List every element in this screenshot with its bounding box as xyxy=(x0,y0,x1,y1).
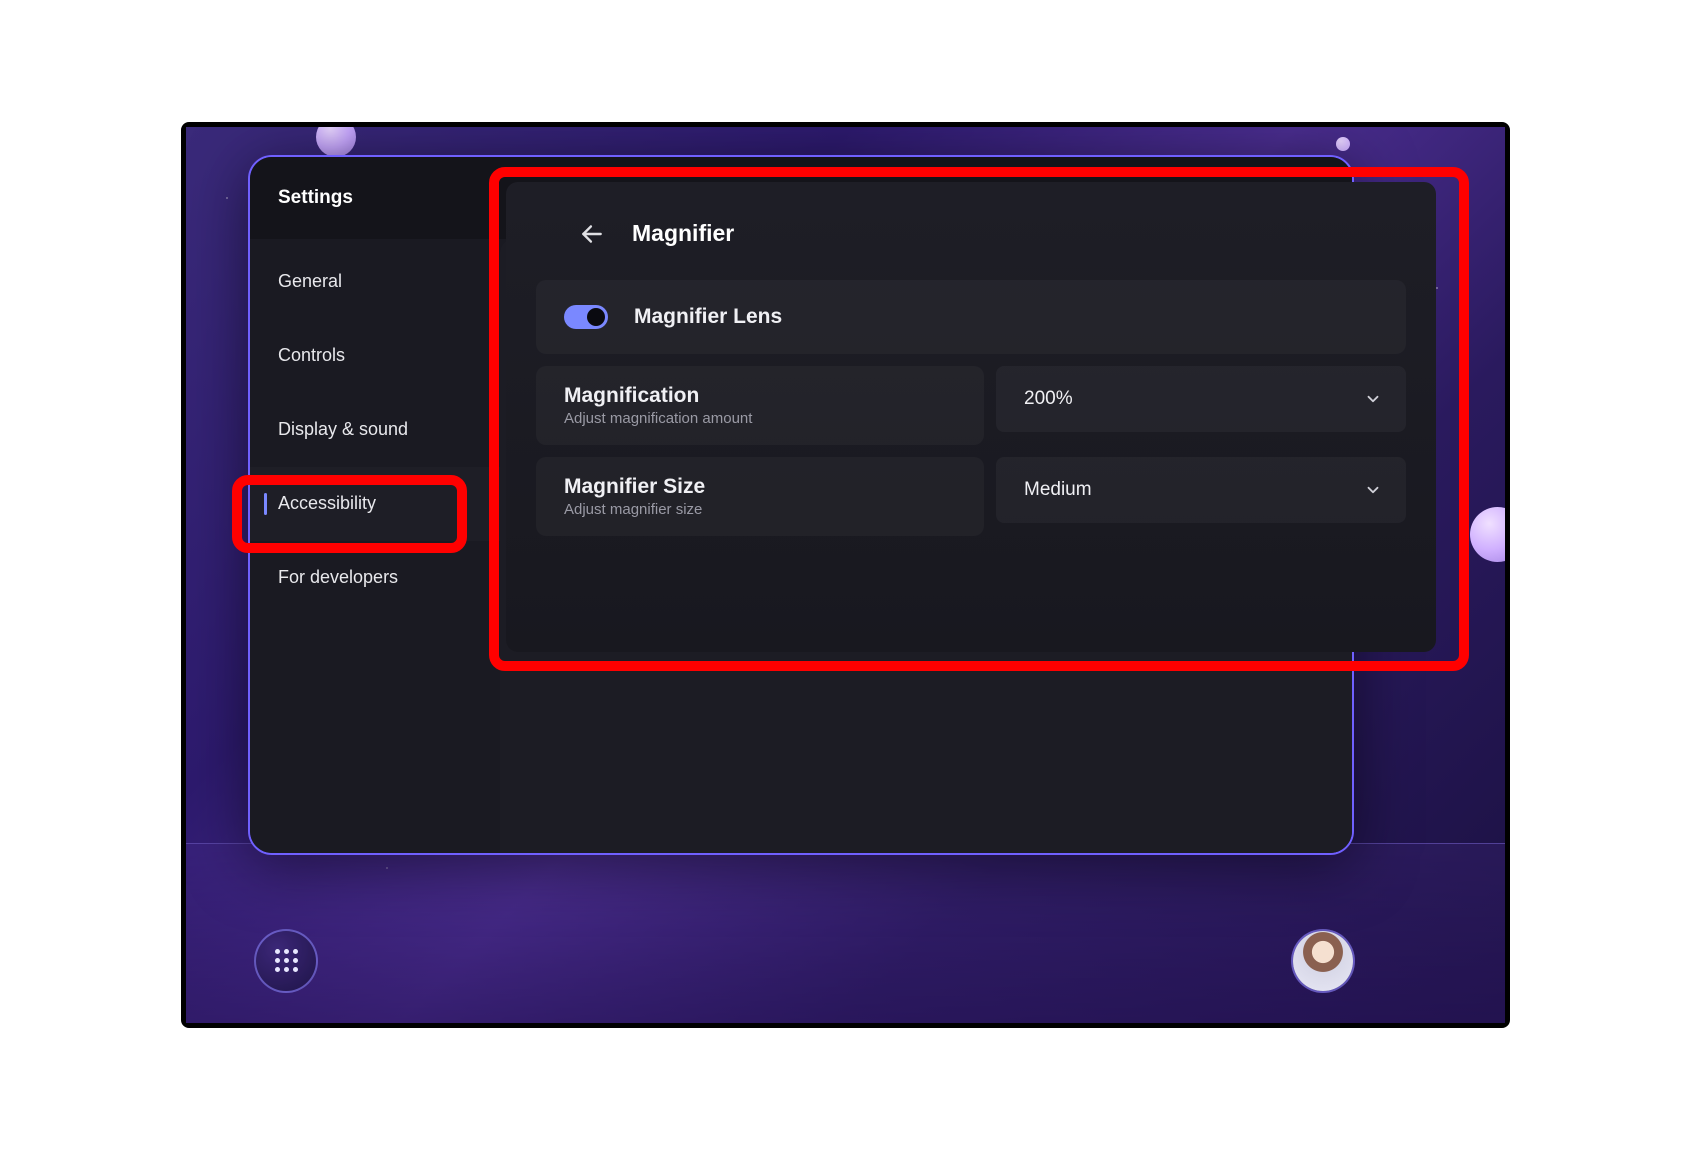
sidebar-item-label: Controls xyxy=(278,345,345,366)
sidebar-item-accessibility[interactable]: Accessibility xyxy=(250,467,500,541)
sidebar-item-general[interactable]: General xyxy=(250,245,500,319)
sidebar-item-controls[interactable]: Controls xyxy=(250,319,500,393)
apps-grid-button[interactable] xyxy=(254,929,318,993)
sidebar-item-label: Display & sound xyxy=(278,419,408,440)
window-title: Settings xyxy=(278,187,353,209)
arrow-left-icon xyxy=(579,221,605,247)
avatar-icon xyxy=(1293,931,1353,991)
sidebar-item-for-developers[interactable]: For developers xyxy=(250,541,500,615)
sidebar-item-label: For developers xyxy=(278,567,398,588)
setting-row-magnifier-lens[interactable]: Magnifier Lens xyxy=(536,280,1406,354)
setting-label: Magnifier Lens xyxy=(634,305,782,329)
setting-label: Magnifier Size xyxy=(564,475,705,499)
profile-avatar-button[interactable] xyxy=(1291,929,1355,993)
magnifier-panel: Magnifier Magnifier Lens Magnification A… xyxy=(506,182,1436,652)
setting-sublabel: Adjust magnification amount xyxy=(564,410,752,427)
setting-sublabel: Adjust magnifier size xyxy=(564,501,705,518)
dropdown-value: 200% xyxy=(1024,388,1073,410)
planet-decoration-small xyxy=(1336,137,1350,151)
setting-row-magnifier-size: Magnifier Size Adjust magnifier size Med… xyxy=(536,457,1406,536)
sidebar-item-label: General xyxy=(278,271,342,292)
desktop-background: Settings General Controls Display & soun… xyxy=(186,127,1505,1023)
magnification-dropdown[interactable]: 200% xyxy=(996,366,1406,432)
setting-label: Magnification xyxy=(564,384,752,408)
chevron-down-icon xyxy=(1364,390,1382,408)
sidebar-item-label: Accessibility xyxy=(278,493,376,514)
grid-icon xyxy=(275,949,298,972)
chevron-down-icon xyxy=(1364,481,1382,499)
planet-decoration-right xyxy=(1470,507,1505,562)
back-button[interactable] xyxy=(576,218,608,250)
settings-sidebar: General Controls Display & sound Accessi… xyxy=(250,239,500,853)
setting-row-magnification: Magnification Adjust magnification amoun… xyxy=(536,366,1406,445)
panel-title: Magnifier xyxy=(632,220,734,247)
dropdown-value: Medium xyxy=(1024,479,1092,501)
planet-decoration xyxy=(316,127,356,157)
sidebar-item-display-sound[interactable]: Display & sound xyxy=(250,393,500,467)
magnifier-lens-toggle[interactable] xyxy=(564,305,608,329)
magnifier-size-dropdown[interactable]: Medium xyxy=(996,457,1406,523)
